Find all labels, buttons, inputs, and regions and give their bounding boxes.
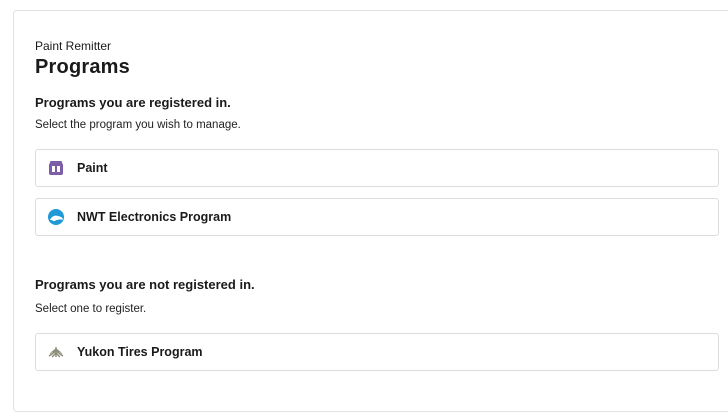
registered-section-heading: Programs you are registered in.: [35, 95, 231, 110]
spruce-logo-icon: [47, 343, 65, 361]
program-card-nwt-electronics[interactable]: NWT Electronics Program: [35, 198, 719, 236]
program-label: Yukon Tires Program: [77, 345, 203, 359]
program-label: NWT Electronics Program: [77, 210, 232, 224]
unregistered-section-description: Select one to register.: [35, 303, 147, 315]
program-card-yukon-tires[interactable]: Yukon Tires Program: [35, 333, 719, 371]
page-title: Programs: [35, 56, 130, 78]
program-card-paint[interactable]: Paint: [35, 149, 719, 187]
unregistered-section-heading: Programs you are not registered in.: [35, 277, 255, 292]
program-label: Paint: [77, 161, 108, 175]
bear-logo-icon: [47, 208, 65, 226]
remitter-name: Paint Remitter: [35, 39, 112, 53]
registered-section-description: Select the program you wish to manage.: [35, 119, 241, 131]
paint-can-icon: [47, 159, 65, 177]
programs-panel: Paint Remitter Programs Programs you are…: [13, 10, 728, 412]
